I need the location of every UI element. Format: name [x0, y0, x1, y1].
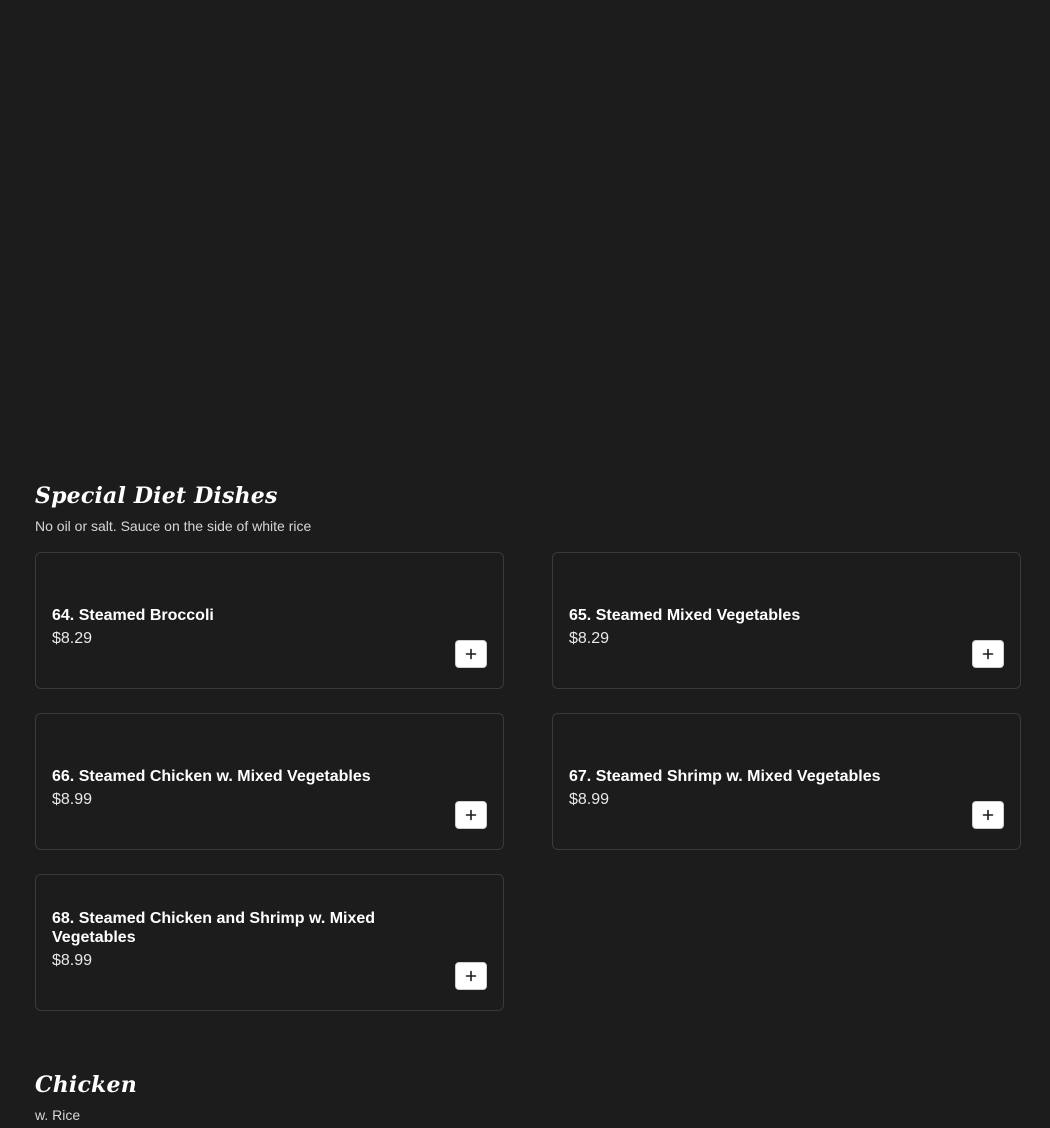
menu-item-card[interactable]: 66. Steamed Chicken w. Mixed Vegetables … [35, 713, 504, 850]
section-subtitle: w. Rice [35, 1107, 81, 1123]
menu-item-card[interactable]: 64. Steamed Broccoli $8.29 [35, 552, 504, 689]
plus-icon [982, 648, 994, 660]
add-to-cart-button[interactable] [455, 640, 487, 668]
plus-icon [465, 970, 477, 982]
menu-item-price: $8.99 [52, 952, 93, 969]
menu-item-name: 68. Steamed Chicken and Shrimp w. Mixed … [52, 910, 376, 946]
section-title: Special Diet Dishes [35, 483, 278, 509]
section-header-chicken: Chicken w. Rice [35, 1072, 1021, 1124]
menu-page: Special Diet Dishes No oil or salt. Sauc… [0, 0, 1050, 1128]
menu-item-price: $8.99 [52, 791, 93, 808]
menu-item-name: 64. Steamed Broccoli [52, 607, 214, 624]
menu-item-price: $8.29 [52, 630, 93, 647]
plus-icon [465, 648, 477, 660]
section-title: Chicken [35, 1072, 137, 1098]
add-to-cart-button[interactable] [455, 801, 487, 829]
section-header-special-diet: Special Diet Dishes No oil or salt. Sauc… [35, 483, 1021, 535]
menu-item-name: 66. Steamed Chicken w. Mixed Vegetables [52, 768, 371, 785]
menu-item-name: 67. Steamed Shrimp w. Mixed Vegetables [569, 768, 881, 785]
section-subtitle: No oil or salt. Sauce on the side of whi… [35, 518, 312, 534]
menu-item-price: $8.29 [569, 630, 610, 647]
plus-icon [982, 809, 994, 821]
menu-item-price: $8.99 [569, 791, 610, 808]
menu-item-name: 65. Steamed Mixed Vegetables [569, 607, 801, 624]
plus-icon [465, 809, 477, 821]
add-to-cart-button[interactable] [972, 801, 1004, 829]
menu-items-grid: 64. Steamed Broccoli $8.29 65. Steamed M… [35, 552, 1021, 1011]
menu-item-card[interactable]: 65. Steamed Mixed Vegetables $8.29 [552, 552, 1021, 689]
menu-item-card[interactable]: 68. Steamed Chicken and Shrimp w. Mixed … [35, 874, 504, 1011]
menu-item-card[interactable]: 67. Steamed Shrimp w. Mixed Vegetables $… [552, 713, 1021, 850]
add-to-cart-button[interactable] [455, 962, 487, 990]
add-to-cart-button[interactable] [972, 640, 1004, 668]
